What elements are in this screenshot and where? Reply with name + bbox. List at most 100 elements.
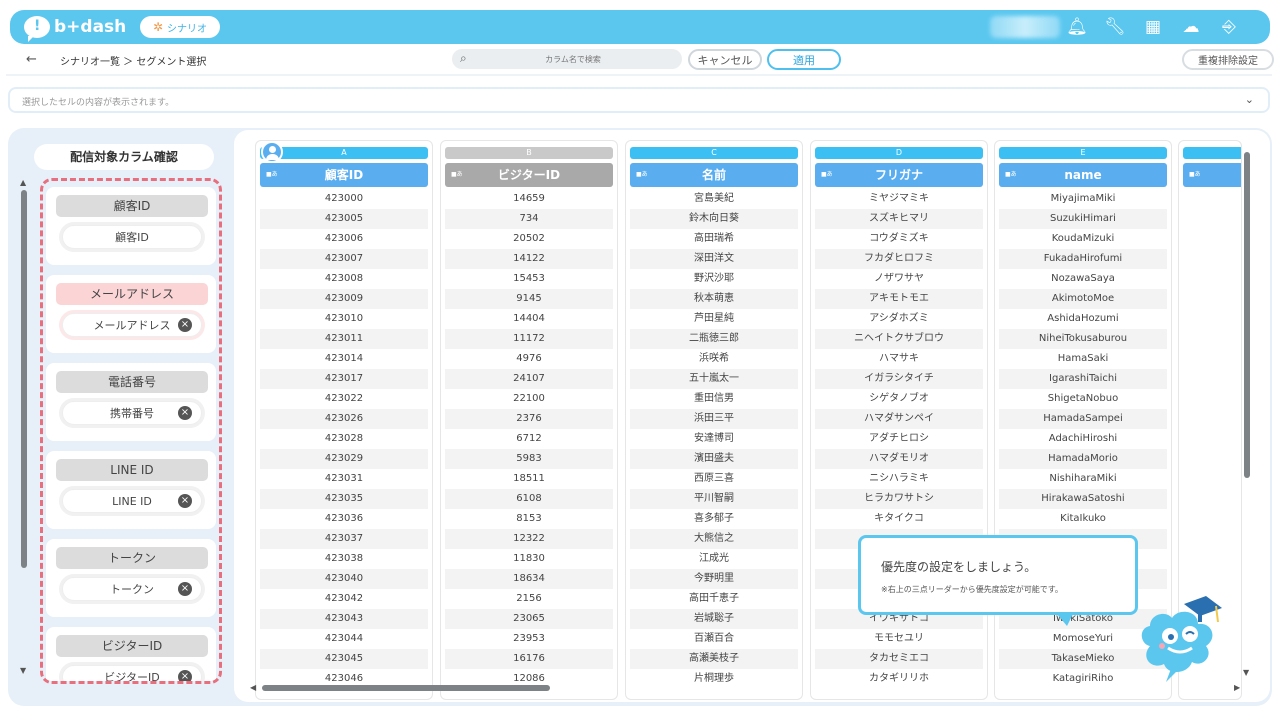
column-letter[interactable]: D — [815, 147, 983, 159]
table-cell[interactable]: 濱田盛夫 — [630, 449, 798, 469]
bell-icon[interactable]: 🔔︎ — [1066, 16, 1088, 38]
cancel-button[interactable]: キャンセル — [688, 49, 762, 70]
column-header[interactable]: ■あ 名前 — [630, 163, 798, 187]
table-cell[interactable]: 深田洋文 — [630, 249, 798, 269]
table-cell[interactable]: モモセユリ — [815, 629, 983, 649]
table-cell[interactable]: 423029 — [260, 449, 428, 469]
table-cell[interactable]: 20502 — [445, 229, 613, 249]
table-cell[interactable]: 423011 — [260, 329, 428, 349]
apply-button[interactable]: 適用 — [767, 49, 841, 70]
table-cell[interactable]: 2376 — [445, 409, 613, 429]
table-cell[interactable]: 9145 — [445, 289, 613, 309]
table-cell[interactable]: 5983 — [445, 449, 613, 469]
column-letter[interactable] — [1183, 147, 1241, 159]
table-cell[interactable]: 江成光 — [630, 549, 798, 569]
table-cell[interactable]: 浜咲希 — [630, 349, 798, 369]
table-cell[interactable]: 423006 — [260, 229, 428, 249]
table-cell[interactable]: 11172 — [445, 329, 613, 349]
table-cell[interactable]: 2156 — [445, 589, 613, 609]
table-cell[interactable]: 二瓶徳三郎 — [630, 329, 798, 349]
table-cell[interactable]: 14122 — [445, 249, 613, 269]
table-cell[interactable]: 12322 — [445, 529, 613, 549]
table-cell[interactable]: 野沢沙耶 — [630, 269, 798, 289]
remove-icon[interactable]: × — [178, 406, 192, 420]
grid-icon[interactable]: ▦ — [1142, 16, 1164, 38]
mascot-chat-icon[interactable]: ☁ — [1180, 16, 1202, 38]
table-cell[interactable]: 423038 — [260, 549, 428, 569]
remove-icon[interactable]: × — [178, 582, 192, 596]
chevron-down-icon[interactable]: ⌄ — [1245, 93, 1254, 106]
table-cell[interactable]: AshidaHozumi — [999, 309, 1167, 329]
scroll-up-icon[interactable]: ▲ — [20, 178, 26, 187]
table-cell[interactable]: 23953 — [445, 629, 613, 649]
table-cell[interactable]: アキモトモエ — [815, 289, 983, 309]
back-arrow-icon[interactable]: ← — [26, 52, 37, 67]
table-cell[interactable]: 423040 — [260, 569, 428, 589]
scenario-button[interactable]: ✲ シナリオ — [140, 16, 220, 38]
table-cell[interactable]: 423007 — [260, 249, 428, 269]
table-cell[interactable]: ヒラカワサトシ — [815, 489, 983, 509]
column-letter[interactable]: E — [999, 147, 1167, 159]
table-cell[interactable]: 18511 — [445, 469, 613, 489]
table-cell[interactable]: ハマダサンペイ — [815, 409, 983, 429]
table-cell[interactable]: 西原三喜 — [630, 469, 798, 489]
table-cell[interactable]: 大熊信之 — [630, 529, 798, 549]
table-cell[interactable]: 423017 — [260, 369, 428, 389]
table-cell[interactable]: ニシハラミキ — [815, 469, 983, 489]
table-cell[interactable]: 423010 — [260, 309, 428, 329]
card-field[interactable]: 顧客ID — [62, 225, 202, 249]
column-header[interactable]: ■あ name — [999, 163, 1167, 187]
table-cell[interactable]: コウダミズキ — [815, 229, 983, 249]
remove-icon[interactable]: × — [178, 670, 192, 681]
table-cell[interactable]: NozawaSaya — [999, 269, 1167, 289]
cell-content-bar[interactable]: 選択したセルの内容が表示されます。 ⌄ — [8, 87, 1270, 113]
table-cell[interactable]: 423000 — [260, 189, 428, 209]
table-cell[interactable]: 22100 — [445, 389, 613, 409]
table-cell[interactable]: 11830 — [445, 549, 613, 569]
remove-icon[interactable]: × — [178, 494, 192, 508]
table-cell[interactable]: 14659 — [445, 189, 613, 209]
table-cell[interactable]: 8153 — [445, 509, 613, 529]
table-cell[interactable]: KoudaMizuki — [999, 229, 1167, 249]
table-cell[interactable]: 423022 — [260, 389, 428, 409]
table-cell[interactable]: イガラシタイチ — [815, 369, 983, 389]
table-cell[interactable]: HirakawaSatoshi — [999, 489, 1167, 509]
table-cell[interactable]: 浜田三平 — [630, 409, 798, 429]
mascot-icon[interactable] — [1132, 596, 1224, 688]
table-cell[interactable]: 16176 — [445, 649, 613, 669]
table-cell[interactable]: 734 — [445, 209, 613, 229]
table-cell[interactable]: ShigetaNobuo — [999, 389, 1167, 409]
table-cell[interactable]: 鈴木向日葵 — [630, 209, 798, 229]
column-header[interactable]: ■あ ビジターID — [445, 163, 613, 187]
table-cell[interactable]: 423035 — [260, 489, 428, 509]
table-cell[interactable]: 岩城聡子 — [630, 609, 798, 629]
table-cell[interactable]: ミヤジマミキ — [815, 189, 983, 209]
table-cell[interactable]: 423042 — [260, 589, 428, 609]
column-header[interactable]: ■あ — [1183, 163, 1241, 187]
table-cell[interactable]: 平川智嗣 — [630, 489, 798, 509]
table-cell[interactable]: アダチヒロシ — [815, 429, 983, 449]
table-cell[interactable]: 6108 — [445, 489, 613, 509]
column-header[interactable]: ■あ フリガナ — [815, 163, 983, 187]
scroll-right-icon[interactable]: ▶ — [1234, 683, 1240, 692]
table-cell[interactable]: AdachiHiroshi — [999, 429, 1167, 449]
table-cell[interactable]: HamaSaki — [999, 349, 1167, 369]
table-cell[interactable]: 安達博司 — [630, 429, 798, 449]
table-cell[interactable]: 423031 — [260, 469, 428, 489]
table-vertical-scrollbar[interactable]: ▼ — [1243, 148, 1252, 682]
table-cell[interactable]: アシダホズミ — [815, 309, 983, 329]
scroll-left-icon[interactable]: ◀ — [250, 683, 256, 692]
table-cell[interactable]: 423036 — [260, 509, 428, 529]
table-cell[interactable]: 23065 — [445, 609, 613, 629]
table-cell[interactable]: 4976 — [445, 349, 613, 369]
table-cell[interactable]: 423037 — [260, 529, 428, 549]
table-cell[interactable]: 423026 — [260, 409, 428, 429]
table-cell[interactable]: 喜多郁子 — [630, 509, 798, 529]
table-cell[interactable]: 18634 — [445, 569, 613, 589]
table-cell[interactable]: ノザワサヤ — [815, 269, 983, 289]
table-cell[interactable]: 423009 — [260, 289, 428, 309]
remove-icon[interactable]: × — [178, 318, 192, 332]
table-cell[interactable]: 423014 — [260, 349, 428, 369]
table-cell[interactable]: ニヘイトクサブロウ — [815, 329, 983, 349]
table-cell[interactable]: IgarashiTaichi — [999, 369, 1167, 389]
